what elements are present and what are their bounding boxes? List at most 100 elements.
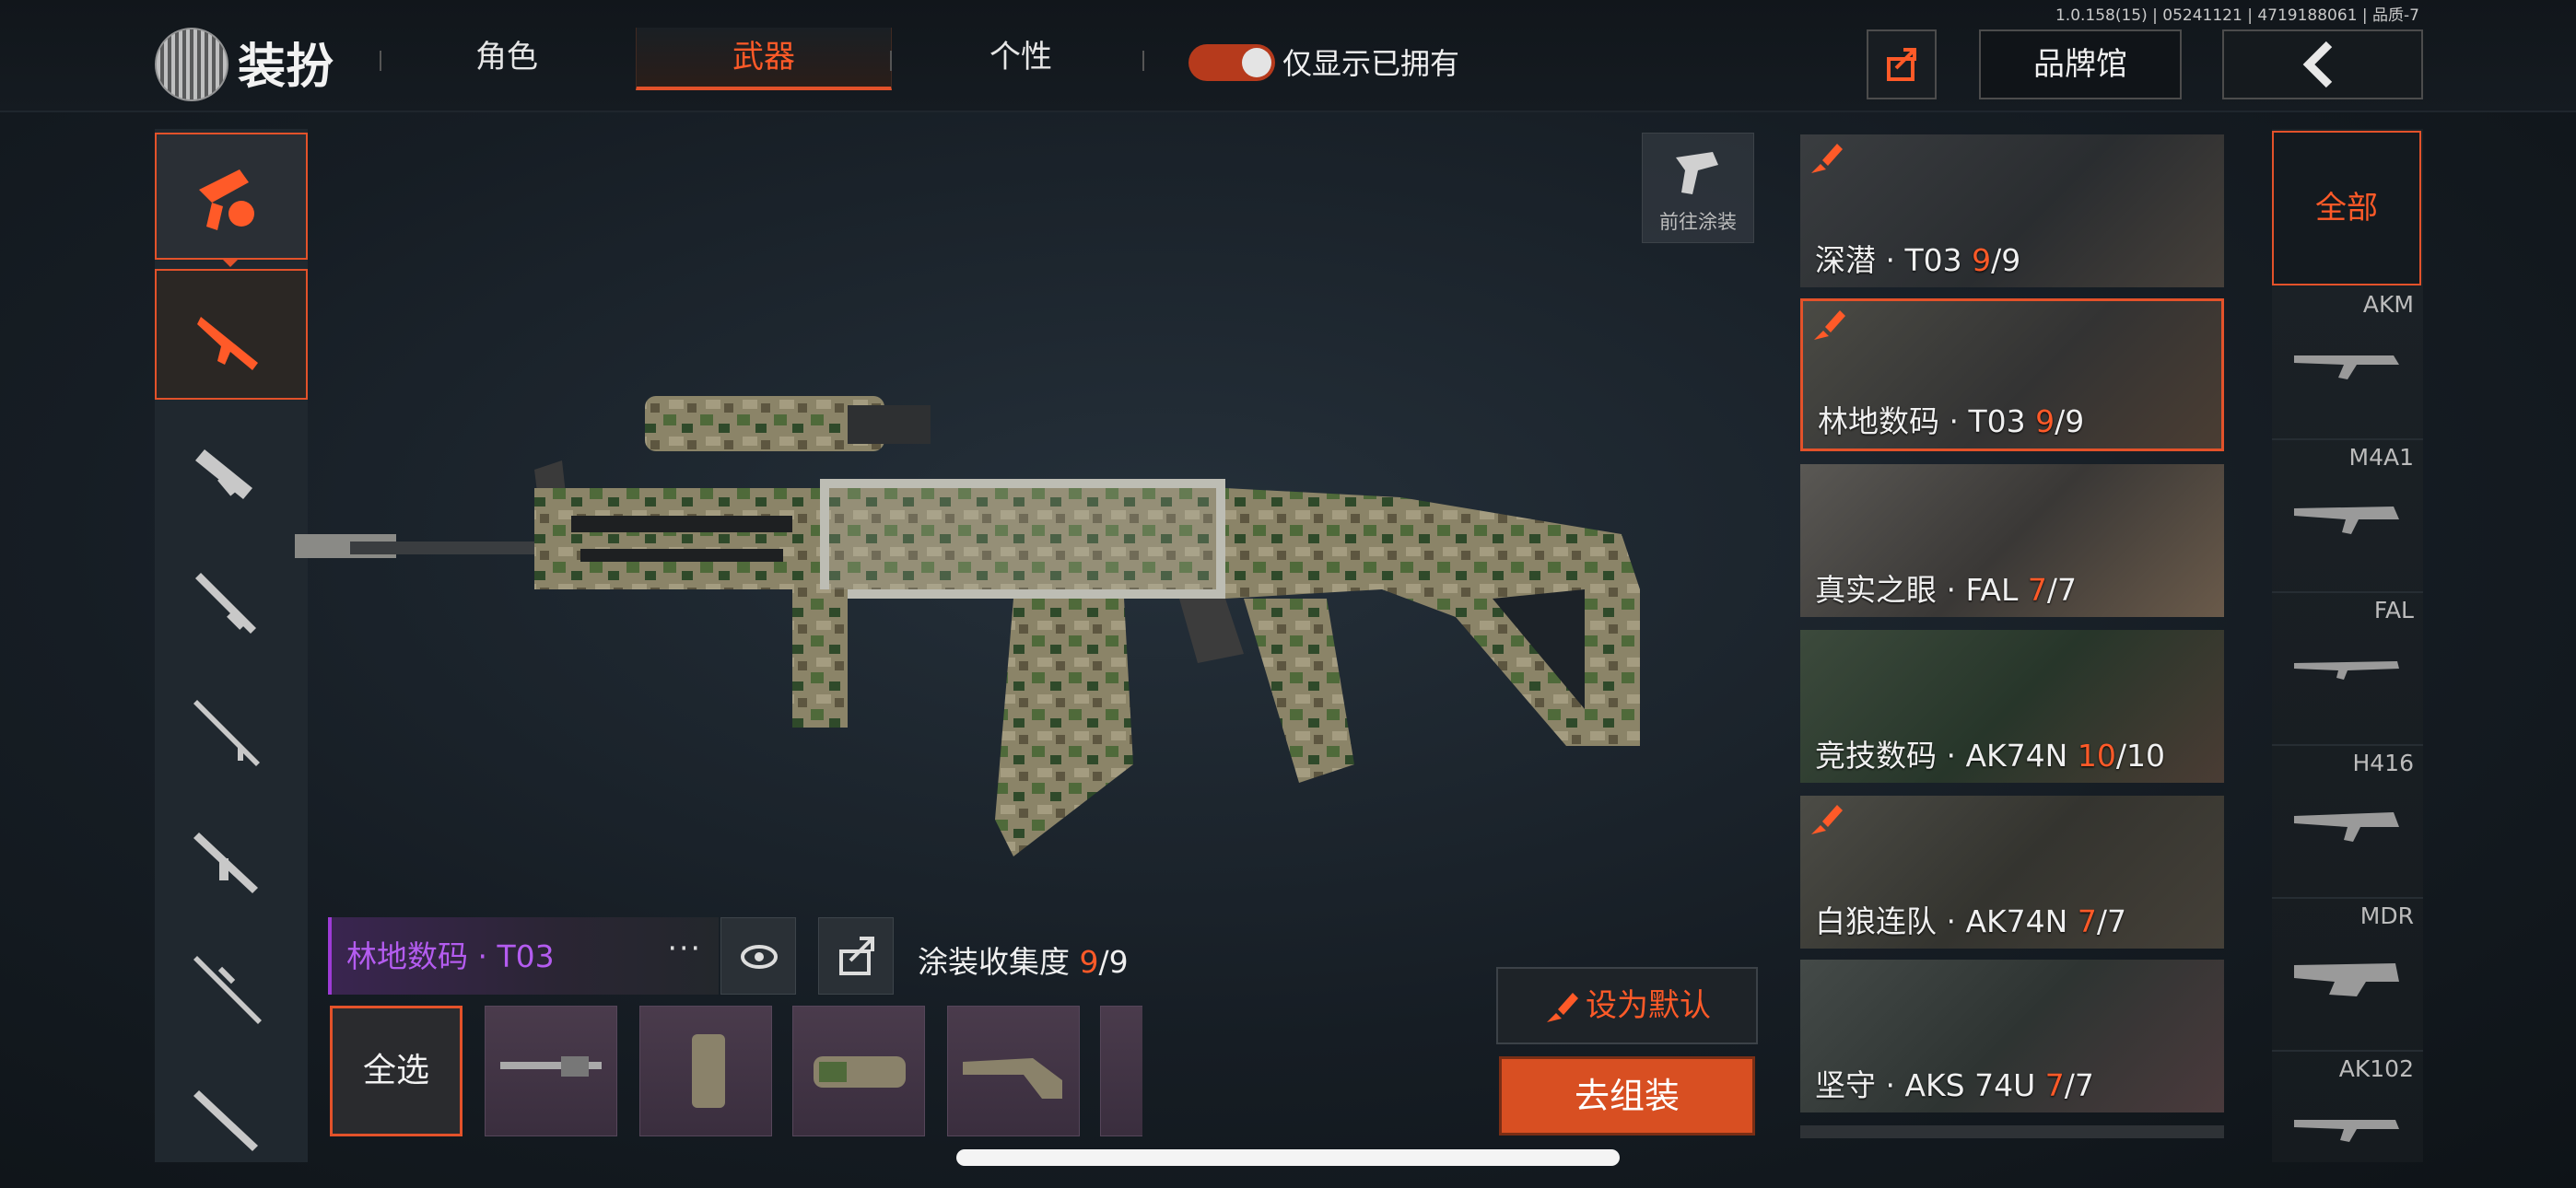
collection-progress: 涂装收集度 9/9 [918,938,1129,982]
skin-owned: 7 [2027,572,2047,608]
rifle-icon [197,317,258,370]
share-button[interactable] [1867,29,1937,99]
skin-card[interactable]: 白狼连队 · AK74N 7/7 [1800,796,2224,949]
category-all-weapons[interactable] [155,133,308,260]
chevron-left-icon [2302,41,2333,88]
filter-h416[interactable]: H416 [2272,746,2423,899]
skin-total: /7 [2096,903,2126,939]
weapon-type-label: M4A1 [2348,444,2414,471]
filter-akm[interactable]: AKM [2272,287,2423,440]
brand-hall-button[interactable]: 品牌馆 [1979,29,2182,99]
rifle-icon [2294,812,2399,842]
filter-m4a1[interactable]: M4A1 [2272,440,2423,593]
skin-total: /10 [2115,738,2165,774]
skin-card[interactable]: 林地数码 · T03 9/9 [1800,298,2224,451]
collection-owned: 9 [1079,944,1099,980]
rifle-icon [2294,1120,2399,1142]
skin-total: /7 [2064,1067,2094,1103]
tab-weapon[interactable]: 武器 [636,28,892,90]
part-stock[interactable] [947,1006,1080,1136]
filter-mdr[interactable]: MDR [2272,899,2423,1052]
skin-card[interactable]: 真实之眼 · FAL 7/7 [1800,464,2224,617]
filter-ak102[interactable]: AK102 [2272,1052,2423,1162]
weapon-type-label: AK102 [2338,1055,2414,1082]
paint-brush-icon [1547,992,1578,1022]
category-lmg[interactable] [155,792,308,919]
grip-icon [692,1034,725,1108]
shotgun-icon [195,573,256,634]
category-shotgun[interactable] [155,534,308,661]
category-smg[interactable] [155,405,308,532]
skin-name: 林地数码 · T03 [1818,403,2026,439]
share-skin-button[interactable] [818,917,894,995]
skin-name: 白狼连队 · AK74N [1815,903,2068,939]
skin-owned: 7 [2044,1067,2065,1103]
skin-owned: 9 [1972,242,1992,278]
weapon-preview[interactable] [295,378,1806,875]
category-pistol[interactable] [155,1050,308,1159]
globe-icon [155,28,228,101]
skin-name: 深潜 · T03 [1815,242,1962,278]
rifle-icon [193,1090,258,1151]
skin-card-partial [1800,1125,2224,1138]
filter-all-button[interactable]: 全部 [2272,131,2421,285]
divider [1142,51,1144,71]
more-options-button[interactable]: ··· [668,930,702,966]
rifle-icon [2294,355,2399,379]
weapon-type-label: MDR [2359,903,2414,929]
category-marksman[interactable] [155,663,308,790]
collection-total: /9 [1098,944,1129,980]
weapons-bundle-icon [199,169,254,230]
current-skin-bar: 林地数码 · T03 ··· [328,917,719,995]
owned-only-toggle[interactable] [1188,44,1275,81]
back-button[interactable] [2222,29,2423,99]
part-partial[interactable] [1100,1006,1142,1136]
category-sniper[interactable] [155,921,308,1048]
goto-paint-button[interactable]: 前往涂装 [1642,133,1754,243]
skin-name: 坚守 · AKS 74U [1815,1067,2036,1103]
skin-name: 真实之眼 · FAL [1815,572,2019,608]
collection-label: 涂装收集度 [918,944,1080,980]
skin-total: /7 [2046,572,2078,608]
tab-character[interactable]: 角色 [415,28,599,87]
part-grip[interactable] [639,1006,772,1136]
lmg-icon [193,833,258,893]
skin-owned: 7 [2077,903,2097,939]
rifle-icon [2294,661,2399,680]
share-icon [1887,48,1916,81]
smg-icon [195,449,252,499]
skin-owned: 10 [2077,738,2116,774]
divider [890,51,892,71]
selection-caret [221,258,240,267]
skin-total: /9 [2055,403,2085,439]
marksman-rifle-icon [193,700,260,766]
weapon-type-label: H416 [2352,750,2414,776]
weapon-type-label: AKM [2362,291,2414,318]
skin-card[interactable]: 深潜 · T03 9/9 [1800,134,2224,287]
select-all-button[interactable]: 全选 [330,1006,463,1136]
skin-card[interactable]: 坚守 · AKS 74U 7/7 [1800,960,2224,1112]
page-title: 装扮 [238,40,334,95]
filter-fal[interactable]: FAL [2272,593,2423,746]
preview-button[interactable] [720,917,796,995]
version-text: 1.0.158(15) | 05241121 | 4719188061 | 品质… [2055,6,2419,25]
part-barrel[interactable] [485,1006,617,1136]
go-assemble-button[interactable]: 去组装 [1502,1059,1752,1133]
divider [380,51,381,71]
skin-total: /9 [1991,242,2021,278]
owned-only-label: 仅显示已拥有 [1282,46,1460,81]
paint-brush-icon [1811,144,1843,173]
paint-brush-icon [1811,805,1843,834]
tab-personality[interactable]: 个性 [929,28,1113,87]
rifle-icon [2294,507,2399,534]
weapon-type-label: FAL [2373,597,2414,623]
skin-card[interactable]: 竞技数码 · AK74N 10/10 [1800,630,2224,783]
skin-name: 竞技数码 · AK74N [1815,738,2068,774]
set-default-label: 设为默认 [1586,987,1711,1024]
goto-paint-label: 前往涂装 [1659,211,1737,233]
home-indicator[interactable] [956,1149,1620,1166]
part-scope[interactable] [792,1006,925,1136]
category-rifle[interactable] [155,269,308,400]
paint-brush-icon [1814,310,1845,340]
set-default-button[interactable]: 设为默认 [1496,967,1758,1044]
